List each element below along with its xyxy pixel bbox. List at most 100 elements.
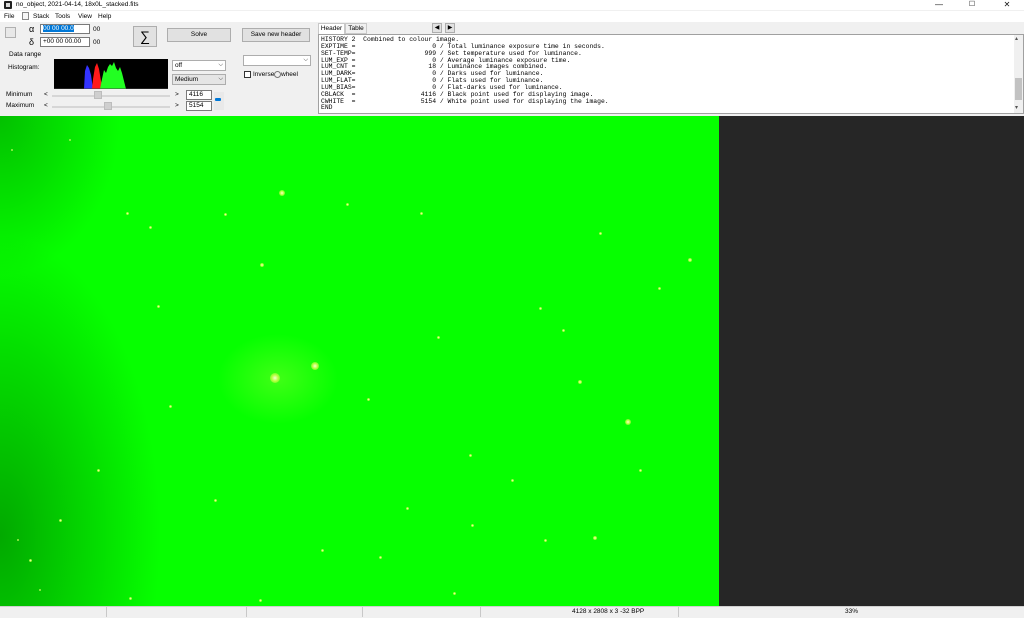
copy-icon[interactable]: [22, 12, 29, 20]
stretch-combo[interactable]: off ⌵: [172, 60, 226, 71]
star: [28, 558, 32, 562]
maximum-label: Maximum: [6, 102, 35, 109]
histogram-blue: [84, 65, 93, 89]
close-button[interactable]: ✕: [990, 0, 1024, 10]
menu-view[interactable]: View: [78, 12, 92, 21]
star: [39, 589, 41, 591]
chevron-down-icon: ⌵: [303, 57, 308, 63]
header-scrollbar-thumb[interactable]: [1015, 78, 1022, 100]
sum-button[interactable]: ∑: [133, 26, 157, 47]
star: [366, 397, 370, 401]
max-value-input[interactable]: 5154: [186, 101, 212, 111]
fits-header-memo[interactable]: HISTORY 2 Combined to colour image. EXPT…: [318, 34, 1024, 114]
scroll-down-icon[interactable]: ▾: [1015, 105, 1018, 112]
menu-file[interactable]: File: [4, 12, 14, 21]
data-range-label: Data range: [9, 51, 42, 58]
status-separator: [678, 607, 679, 617]
crosshair-icon[interactable]: [5, 27, 16, 38]
star: [638, 468, 642, 472]
status-separator: [106, 607, 107, 617]
delta-symbol: δ: [29, 37, 35, 47]
star: [419, 211, 423, 215]
stretch-value: off: [175, 62, 183, 69]
menu-help[interactable]: Help: [98, 12, 111, 21]
star: [688, 258, 692, 262]
star: [378, 555, 382, 559]
star: [156, 304, 160, 308]
max-slider-right-arrow[interactable]: >: [175, 102, 179, 110]
maximize-button[interactable]: ☐: [955, 0, 989, 10]
star: [578, 380, 582, 384]
minimize-button[interactable]: —: [922, 0, 956, 10]
menu-stack[interactable]: Stack: [33, 12, 49, 21]
star: [258, 598, 262, 602]
status-bar: [0, 606, 1024, 618]
tab-header[interactable]: Header: [318, 23, 345, 34]
range-scroller[interactable]: [214, 92, 224, 110]
scroll-up-icon[interactable]: ▴: [1015, 36, 1018, 43]
star: [279, 190, 285, 196]
quality-combo[interactable]: Medium ⌵: [172, 74, 226, 85]
inverse-label: Inverse: [253, 71, 275, 78]
wheel-icon: [274, 71, 281, 78]
dec-input[interactable]: +00 00 00.00: [40, 37, 90, 47]
star: [260, 263, 264, 267]
star: [320, 548, 324, 552]
empty-combo[interactable]: ⌵: [243, 55, 311, 66]
min-value-input[interactable]: 4116: [186, 90, 212, 100]
ra-input[interactable]: 00 00 00.0: [40, 24, 90, 34]
star: [657, 286, 661, 290]
window-title: no_object, 2021-04-14, 18x0L_stacked.fit…: [16, 1, 139, 8]
star: [405, 506, 409, 510]
star: [270, 373, 280, 383]
star: [168, 404, 172, 408]
menu-bar: [0, 11, 1024, 22]
min-slider-track[interactable]: [52, 95, 170, 97]
fits-header-text: HISTORY 2 Combined to colour image. EXPT…: [321, 36, 609, 112]
solve-button[interactable]: Solve: [167, 28, 231, 42]
range-scroller-thumb[interactable]: [215, 98, 221, 101]
save-new-header-button[interactable]: Save new header: [242, 28, 310, 42]
inverse-wheel-checkbox[interactable]: [244, 71, 251, 78]
star: [148, 225, 152, 229]
ra-suffix: 00: [93, 26, 101, 33]
star: [593, 536, 597, 540]
star: [598, 231, 602, 235]
star: [58, 518, 62, 522]
star: [213, 498, 217, 502]
chevron-down-icon: ⌵: [218, 62, 223, 68]
star: [436, 335, 440, 339]
dec-suffix: 00: [93, 39, 101, 46]
app-icon: [4, 1, 12, 9]
alpha-symbol: α: [29, 24, 35, 34]
star: [125, 211, 129, 215]
min-slider-thumb[interactable]: [93, 91, 102, 99]
next-header-button[interactable]: ▶: [445, 23, 455, 33]
star: [543, 538, 547, 542]
max-slider-thumb[interactable]: [103, 102, 112, 110]
astro-image[interactable]: [0, 116, 719, 606]
menu-tools[interactable]: Tools: [55, 12, 70, 21]
title-bar: [0, 0, 1024, 10]
min-slider-left-arrow[interactable]: <: [44, 91, 48, 99]
star: [625, 419, 631, 425]
star: [510, 478, 514, 482]
star: [223, 212, 227, 216]
status-zoom: 33%: [845, 608, 859, 615]
wheel-label: wheel: [281, 71, 298, 78]
max-slider-left-arrow[interactable]: <: [44, 102, 48, 110]
star: [69, 139, 71, 141]
star: [128, 596, 132, 600]
star: [11, 149, 13, 151]
min-slider-right-arrow[interactable]: >: [175, 91, 179, 99]
tab-table[interactable]: Table: [345, 23, 367, 34]
star: [17, 539, 19, 541]
status-separator: [480, 607, 481, 617]
star: [561, 328, 565, 332]
status-dimensions: 4128 x 2808 x 3 -32 BPP: [572, 608, 645, 615]
star: [538, 306, 542, 310]
status-separator: [246, 607, 247, 617]
star: [311, 362, 319, 370]
prev-header-button[interactable]: ◀: [432, 23, 442, 33]
header-scrollbar[interactable]: [1014, 35, 1023, 113]
